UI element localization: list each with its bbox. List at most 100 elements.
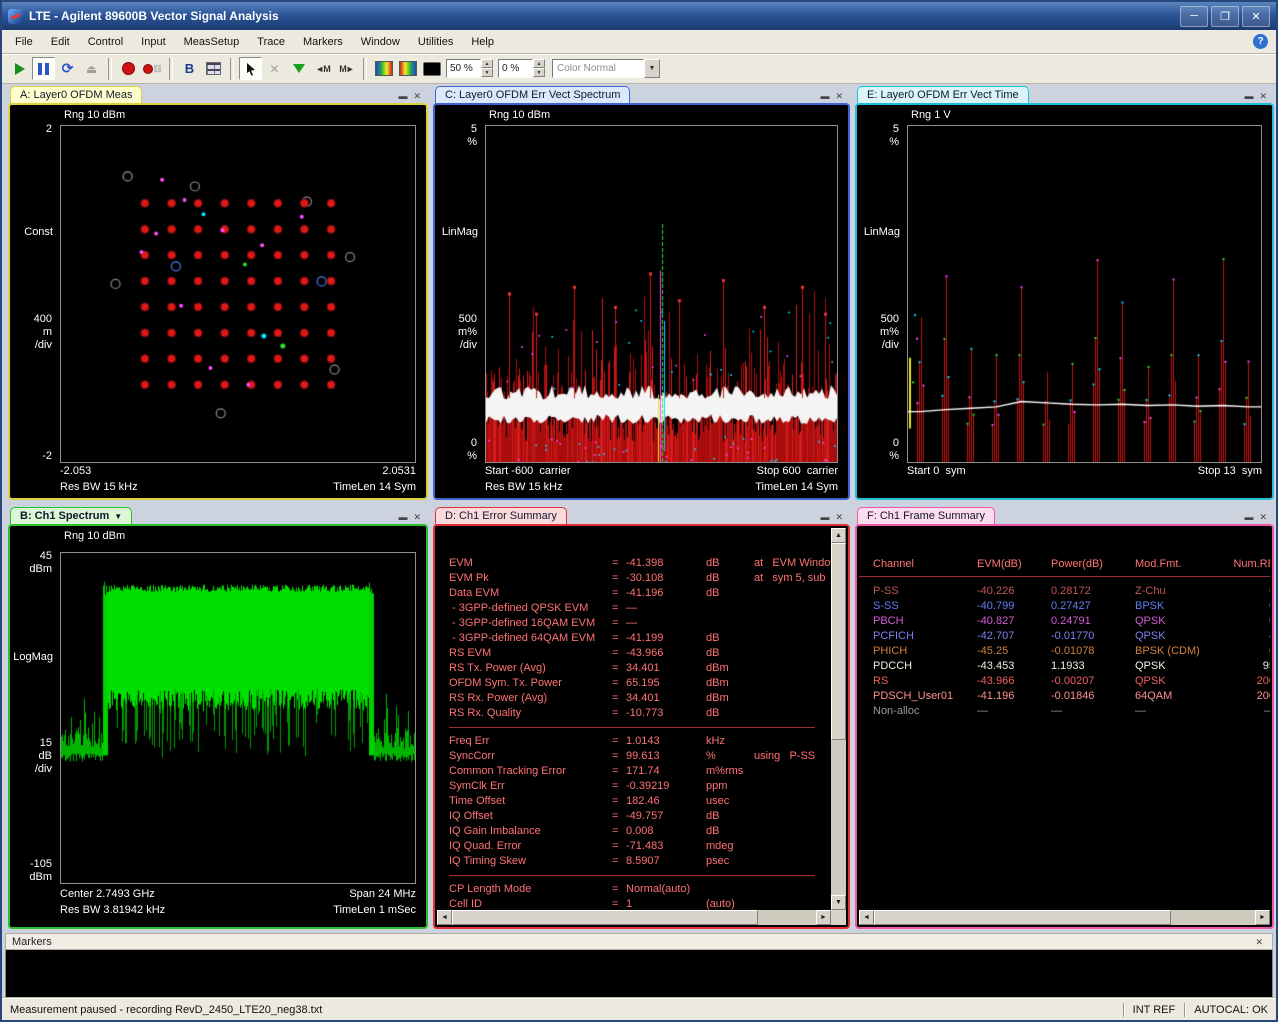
panel-minimize-button[interactable]: ▬ xyxy=(820,91,829,101)
minimize-button[interactable]: ─ xyxy=(1180,6,1208,27)
panel-minimize-button[interactable]: ▬ xyxy=(1244,512,1253,522)
panel-minimize-button[interactable]: ▬ xyxy=(820,512,829,522)
single-sweep-button[interactable]: ⏏ xyxy=(80,57,103,80)
tab-panel-c[interactable]: C: Layer0 OFDM Err Vect Spectrum xyxy=(435,86,630,103)
spin-up-icon[interactable]: ▲ xyxy=(533,59,545,68)
scroll-thumb[interactable] xyxy=(452,910,758,925)
scroll-track[interactable] xyxy=(831,543,846,895)
panel-minimize-button[interactable]: ▬ xyxy=(398,512,407,522)
spin-down-icon[interactable]: ▼ xyxy=(533,68,545,77)
tab-panel-a[interactable]: A: Layer0 OFDM Meas xyxy=(10,86,142,103)
combo-dropdown-icon[interactable]: ▼ xyxy=(644,59,660,78)
scroll-track[interactable] xyxy=(452,910,816,925)
intensity-value[interactable]: 50 % xyxy=(446,59,481,78)
panel-close-button[interactable]: ✕ xyxy=(413,91,421,101)
color-mode-combo[interactable]: Color Normal ▼ xyxy=(552,59,660,78)
floor-value[interactable]: 0 % xyxy=(498,59,533,78)
err-vect-spectrum-plot[interactable] xyxy=(486,126,837,462)
tab-panel-e[interactable]: E: Layer0 OFDM Err Vect Time xyxy=(857,86,1029,103)
vertical-scrollbar[interactable]: ▲ ▼ xyxy=(831,528,846,910)
menu-utilities[interactable]: Utilities xyxy=(409,33,462,51)
menu-markers[interactable]: Markers xyxy=(294,33,352,51)
menu-edit[interactable]: Edit xyxy=(42,33,79,51)
panel-minimize-button[interactable]: ▬ xyxy=(398,91,407,101)
sum-eq: = xyxy=(612,882,626,897)
scroll-left-icon[interactable]: ◄ xyxy=(437,910,452,925)
spectrogram-alt-button[interactable] xyxy=(396,57,419,80)
spin-up-icon[interactable]: ▲ xyxy=(481,59,493,68)
band-power-button[interactable]: B xyxy=(178,57,201,80)
frame-row-RS: RS-43.966-0.00207QPSK200 xyxy=(859,674,1270,689)
scroll-up-icon[interactable]: ▲ xyxy=(831,528,846,543)
marker-to-right-button[interactable]: M► xyxy=(335,57,358,80)
frame-cell: -40.799 xyxy=(977,599,1051,614)
frame-summary-table: Channel EVM(dB) Power(dB) Mod.Fmt. Num.R… xyxy=(859,556,1270,910)
summary-row: Data EVM=-41.196dB xyxy=(437,586,831,601)
plot-area xyxy=(60,125,416,463)
sum-val: -41.398 xyxy=(626,556,706,571)
menu-meassetup[interactable]: MeasSetup xyxy=(175,33,249,51)
panel-close-button[interactable]: ✕ xyxy=(1259,91,1267,101)
spectrogram-button[interactable] xyxy=(372,57,395,80)
maximize-button[interactable]: ❐ xyxy=(1211,6,1239,27)
close-button[interactable]: ✕ xyxy=(1242,6,1270,27)
menu-file[interactable]: File xyxy=(6,33,42,51)
tab-panel-d[interactable]: D: Ch1 Error Summary xyxy=(435,507,567,524)
tab-panel-b[interactable]: B: Ch1 Spectrum▼ xyxy=(10,507,132,524)
record-button[interactable] xyxy=(117,57,140,80)
scroll-down-icon[interactable]: ▼ xyxy=(831,895,846,910)
display-button[interactable] xyxy=(420,57,443,80)
horizontal-scrollbar[interactable]: ◄ ► xyxy=(437,910,831,925)
sum-unit: dB xyxy=(706,809,754,824)
color-mode-value[interactable]: Color Normal xyxy=(552,59,644,78)
sum-extra xyxy=(754,734,831,749)
record-playback-button[interactable]: ▥ xyxy=(141,57,164,80)
panel-minimize-button[interactable]: ▬ xyxy=(1244,91,1253,101)
help-icon[interactable]: ? xyxy=(1253,34,1268,49)
marker-off-button[interactable]: ✕ xyxy=(263,57,286,80)
constellation-plot[interactable] xyxy=(61,126,415,462)
sum-unit: ppm xyxy=(706,779,754,794)
marker-to-left-button[interactable]: ◄M xyxy=(311,57,334,80)
select-cursor-button[interactable] xyxy=(239,57,262,80)
scroll-left-icon[interactable]: ◄ xyxy=(859,910,874,925)
frame-cell: -45.25 xyxy=(977,644,1051,659)
autocal-status: AUTOCAL: OK xyxy=(1194,1004,1268,1016)
scroll-right-icon[interactable]: ► xyxy=(1255,910,1270,925)
peak-search-button[interactable] xyxy=(287,57,310,80)
spin-down-icon[interactable]: ▼ xyxy=(481,68,493,77)
menu-trace[interactable]: Trace xyxy=(248,33,294,51)
summary-separator xyxy=(449,727,815,728)
menu-help[interactable]: Help xyxy=(462,33,503,51)
play-button[interactable] xyxy=(8,57,31,80)
status-bar: Measurement paused - recording RevD_2450… xyxy=(2,998,1276,1020)
spectrum-plot[interactable] xyxy=(61,553,415,883)
menu-control[interactable]: Control xyxy=(79,33,132,51)
horizontal-scrollbar[interactable]: ◄ ► xyxy=(859,910,1270,925)
scroll-thumb[interactable] xyxy=(831,543,846,740)
scroll-track[interactable] xyxy=(874,910,1255,925)
err-vect-time-plot[interactable] xyxy=(908,126,1261,462)
tab-panel-f[interactable]: F: Ch1 Frame Summary xyxy=(857,507,995,524)
tile-windows-button[interactable] xyxy=(202,57,225,80)
panel-close-button[interactable]: ✕ xyxy=(835,91,843,101)
markers-close-button[interactable]: ✕ xyxy=(1255,937,1263,947)
restart-button[interactable]: ⟳ xyxy=(56,57,79,80)
intensity-spinner[interactable]: 50 % ▲▼ xyxy=(446,59,493,78)
status-message: Measurement paused - recording RevD_2450… xyxy=(10,1004,1114,1016)
panel-close-button[interactable]: ✕ xyxy=(835,512,843,522)
tab-dropdown-icon[interactable]: ▼ xyxy=(114,512,122,521)
marker-right-icon: M► xyxy=(339,64,353,74)
scroll-right-icon[interactable]: ► xyxy=(816,910,831,925)
floor-spinner[interactable]: 0 % ▲▼ xyxy=(498,59,545,78)
sum-extra xyxy=(754,824,831,839)
menu-window[interactable]: Window xyxy=(352,33,409,51)
pause-button[interactable] xyxy=(32,57,55,80)
menu-input[interactable]: Input xyxy=(132,33,174,51)
summary-row: - 3GPP-defined QPSK EVM=— xyxy=(437,601,831,616)
summary-row: IQ Offset=-49.757dB xyxy=(437,809,831,824)
frame-cell: PDSCH_User01 xyxy=(873,689,977,704)
panel-close-button[interactable]: ✕ xyxy=(413,512,421,522)
scroll-thumb[interactable] xyxy=(874,910,1171,925)
panel-close-button[interactable]: ✕ xyxy=(1259,512,1267,522)
